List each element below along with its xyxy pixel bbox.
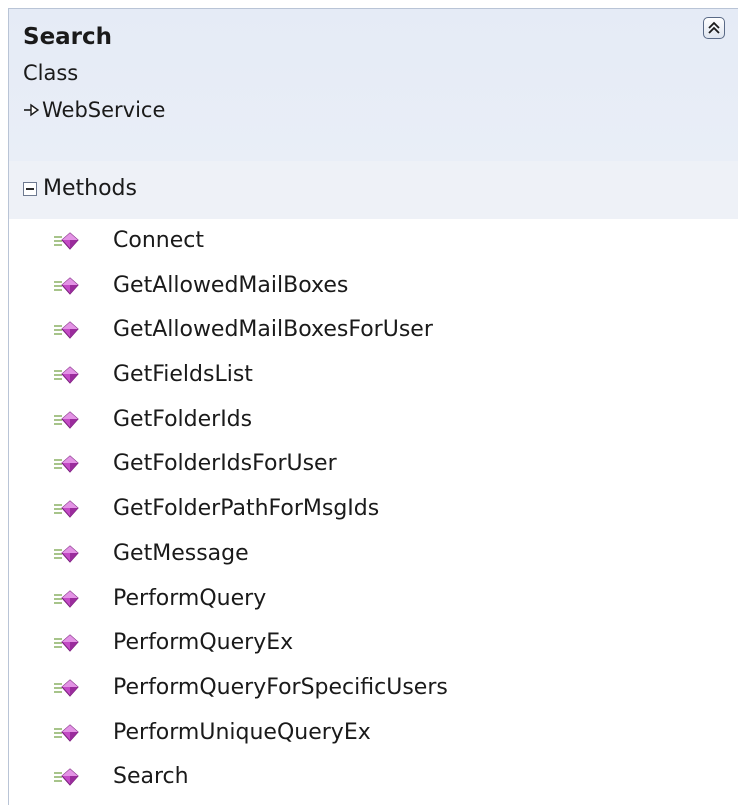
- base-type-label: WebService: [42, 98, 166, 122]
- collapse-minus-icon[interactable]: [23, 182, 37, 196]
- method-label: GetFieldsList: [113, 362, 253, 388]
- public-method-icon: [54, 545, 79, 563]
- method-item-getallowedmailboxes[interactable]: GetAllowedMailBoxes: [9, 264, 738, 309]
- method-label: Search: [113, 764, 189, 790]
- method-label: PerformQueryForSpecificUsers: [113, 674, 448, 700]
- public-method-icon: [54, 723, 79, 742]
- class-title: Search: [23, 24, 113, 50]
- public-method-icon: [54, 277, 79, 295]
- class-diagram-shape[interactable]: Search Class WebService Methods Connect …: [8, 8, 738, 805]
- method-label: GetMessage: [113, 540, 249, 566]
- inheritance-arrow-icon: [24, 103, 39, 117]
- public-method-icon: [54, 589, 79, 608]
- method-item-performqueryforspecificusers[interactable]: PerformQueryForSpecificUsers: [9, 666, 738, 711]
- public-method-icon: [54, 455, 79, 474]
- base-type: WebService: [23, 97, 165, 123]
- method-item-getallowedmailboxesforuser[interactable]: GetAllowedMailBoxesForUser: [9, 308, 738, 353]
- method-label: PerformQuery: [113, 585, 267, 611]
- public-method-icon: [54, 500, 79, 518]
- public-method-icon: [54, 366, 79, 384]
- method-label: PerformUniqueQueryEx: [113, 719, 371, 745]
- public-method-icon: [54, 768, 79, 787]
- class-kind: Class: [23, 61, 79, 85]
- collapse-button[interactable]: [703, 17, 725, 39]
- method-label: GetAllowedMailBoxes: [113, 272, 349, 298]
- method-label: GetFolderIds: [113, 406, 253, 432]
- methods-section-label: Methods: [43, 176, 137, 201]
- method-item-performqueryex[interactable]: PerformQueryEx: [9, 621, 738, 666]
- method-label: GetAllowedMailBoxesForUser: [113, 317, 433, 343]
- method-item-getfolderids[interactable]: GetFolderIds: [9, 398, 738, 443]
- methods-list: Connect GetAllowedMailBoxes GetAllowedMa…: [9, 219, 738, 800]
- method-label: GetFolderPathForMsgIds: [113, 496, 380, 522]
- method-item-performuniquequeryex[interactable]: PerformUniqueQueryEx: [9, 711, 738, 756]
- method-item-search[interactable]: Search: [9, 755, 738, 800]
- method-item-getfolderidsforuser[interactable]: GetFolderIdsForUser: [9, 442, 738, 487]
- method-label: Connect: [113, 228, 204, 253]
- public-method-icon: [54, 232, 79, 250]
- public-method-icon: [54, 321, 79, 340]
- method-item-performquery[interactable]: PerformQuery: [9, 577, 738, 622]
- public-method-icon: [54, 679, 79, 697]
- class-header: Search Class WebService: [9, 9, 738, 161]
- methods-section-header[interactable]: Methods: [9, 161, 738, 219]
- public-method-icon: [54, 411, 79, 429]
- method-item-getfolderpathformsgids[interactable]: GetFolderPathForMsgIds: [9, 487, 738, 532]
- double-chevron-up-icon: [708, 21, 720, 34]
- public-method-icon: [54, 634, 79, 652]
- method-label: PerformQueryEx: [113, 630, 294, 656]
- method-item-getfieldslist[interactable]: GetFieldsList: [9, 353, 738, 398]
- method-item-getmessage[interactable]: GetMessage: [9, 532, 738, 577]
- method-label: GetFolderIdsForUser: [113, 451, 337, 477]
- method-item-connect[interactable]: Connect: [9, 219, 738, 264]
